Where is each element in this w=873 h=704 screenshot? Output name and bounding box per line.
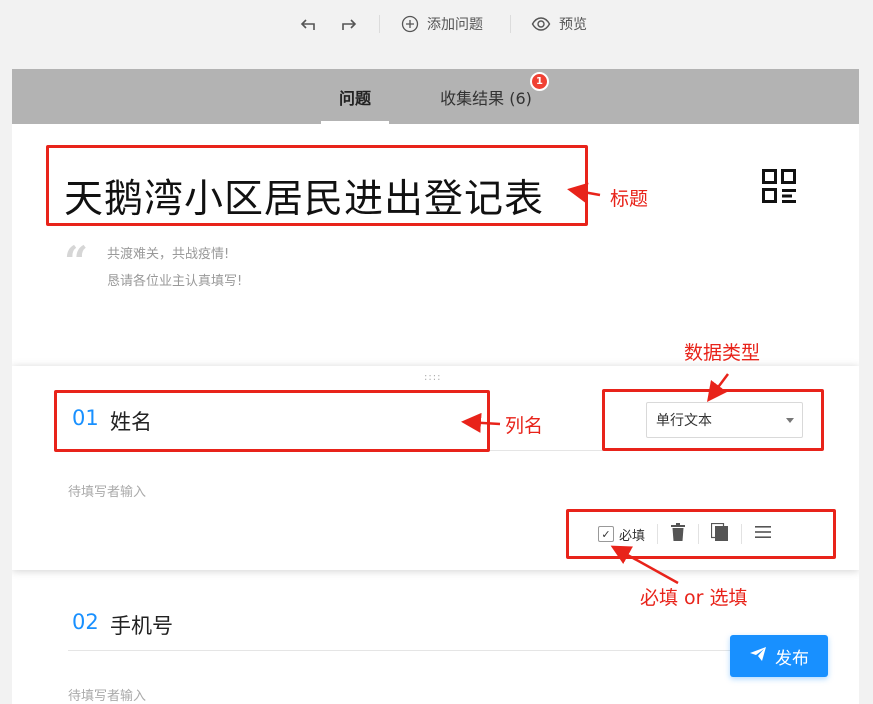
add-question-button[interactable]: 添加问题 bbox=[401, 12, 483, 36]
tab-bar: 问题 收集结果 (6) 1 bbox=[12, 69, 859, 124]
annotation-title-label: 标题 bbox=[610, 188, 649, 210]
drag-handle-icon[interactable]: :::: bbox=[424, 372, 441, 383]
form-title[interactable]: 天鹅湾小区居民进出登记表 bbox=[64, 168, 544, 224]
copy-button[interactable] bbox=[710, 522, 729, 545]
action-divider bbox=[657, 524, 659, 544]
trash-icon bbox=[670, 523, 686, 545]
question-label[interactable]: 姓名 bbox=[110, 406, 152, 436]
add-question-label: 添加问题 bbox=[427, 17, 483, 33]
checkmark-icon: ✓ bbox=[598, 526, 614, 542]
redo-icon bbox=[339, 14, 359, 34]
description-line: 恳请各位业主认真填写! bbox=[107, 274, 243, 289]
quote-icon: “ bbox=[64, 237, 89, 286]
more-menu-button[interactable] bbox=[754, 524, 772, 544]
delete-button[interactable] bbox=[670, 523, 686, 545]
annotation-required-label: 必填 or 选填 bbox=[640, 587, 748, 609]
publish-label: 发布 bbox=[775, 648, 809, 669]
tab-questions[interactable]: 问题 bbox=[321, 69, 389, 124]
tab-results[interactable]: 收集结果 (6) bbox=[434, 69, 538, 124]
required-label: 必填 bbox=[619, 528, 646, 544]
tab-questions-label: 问题 bbox=[338, 88, 371, 108]
required-checkbox[interactable]: ✓ 必填 bbox=[598, 525, 645, 544]
redo-button[interactable] bbox=[339, 12, 359, 36]
description-line: 共渡难关，共战疫情! bbox=[107, 247, 230, 262]
toolbar-divider bbox=[510, 15, 511, 33]
question-number: 02 bbox=[72, 610, 99, 634]
menu-icon bbox=[754, 524, 772, 544]
tab-results-label: 收集结果 (6) bbox=[440, 88, 532, 108]
send-icon bbox=[749, 646, 775, 667]
qr-code-icon[interactable] bbox=[762, 169, 796, 203]
action-divider bbox=[698, 524, 700, 544]
question-type-value: 单行文本 bbox=[656, 413, 712, 429]
question-number: 01 bbox=[72, 406, 99, 430]
question-type-select[interactable]: 单行文本 bbox=[646, 402, 803, 438]
form-description[interactable]: 共渡难关，共战疫情! 恳请各位业主认真填写! bbox=[107, 241, 242, 295]
top-toolbar: 添加问题 预览 bbox=[0, 0, 873, 50]
toolbar-divider bbox=[379, 15, 380, 33]
annotation-column-label: 列名 bbox=[505, 415, 544, 437]
preview-label: 预览 bbox=[559, 17, 587, 33]
chevron-down-icon bbox=[786, 418, 794, 423]
copy-icon bbox=[710, 522, 729, 545]
eye-icon bbox=[531, 15, 551, 33]
annotation-type-label: 数据类型 bbox=[684, 342, 761, 364]
undo-button[interactable] bbox=[298, 12, 318, 36]
action-divider bbox=[741, 524, 743, 544]
plus-circle-icon bbox=[401, 15, 419, 33]
question-actions: ✓ 必填 bbox=[598, 521, 772, 547]
undo-icon bbox=[298, 14, 318, 34]
preview-button[interactable]: 预览 bbox=[531, 12, 587, 36]
answer-placeholder: 待填写者输入 bbox=[68, 689, 147, 704]
question-block[interactable]: :::: 01 姓名 单行文本 待填写者输入 ✓ 必填 bbox=[12, 366, 859, 570]
answer-placeholder: 待填写者输入 bbox=[68, 485, 147, 500]
question-underline bbox=[68, 650, 768, 651]
publish-button[interactable]: 发布 bbox=[730, 635, 828, 677]
question-underline bbox=[64, 450, 614, 451]
question-label[interactable]: 手机号 bbox=[110, 610, 173, 640]
results-badge: 1 bbox=[530, 72, 549, 91]
